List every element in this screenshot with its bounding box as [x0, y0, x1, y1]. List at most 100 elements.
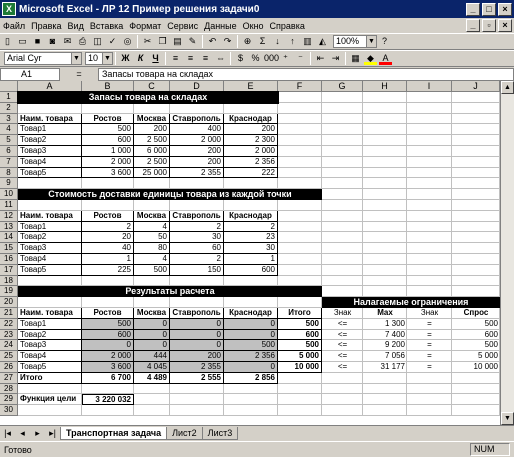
comma-style-icon[interactable]: 000	[264, 52, 279, 65]
table-cell[interactable]: =	[407, 362, 452, 373]
table-cell[interactable]: Товар3	[18, 243, 82, 254]
table-cell[interactable]: 4	[134, 254, 170, 265]
table-cell[interactable]: 600	[224, 264, 278, 276]
table-cell[interactable]: 2	[224, 221, 278, 233]
italic-button[interactable]: К	[134, 52, 147, 65]
undo-icon[interactable]: ↶	[206, 35, 219, 48]
section-title[interactable]: Налагаемые ограничения	[322, 297, 500, 308]
total-cell[interactable]: 4 489	[134, 372, 170, 384]
table-cell[interactable]: 1 000	[82, 146, 134, 157]
print-preview-icon[interactable]: ◫	[91, 35, 104, 48]
row-header[interactable]: 7	[0, 156, 18, 168]
total-cell[interactable]: 2 555	[170, 372, 224, 384]
row-header[interactable]: 8	[0, 167, 18, 179]
section-title[interactable]: Стоимость доставки единицы товара из каж…	[18, 189, 322, 200]
row-header[interactable]: 11	[0, 200, 18, 211]
table-cell[interactable]: 80	[134, 243, 170, 254]
row-header[interactable]: 5	[0, 135, 18, 146]
row-header[interactable]: 4	[0, 124, 18, 136]
table-cell[interactable]: 600	[82, 329, 134, 341]
print-icon[interactable]: ⎙	[76, 35, 89, 48]
total-cell[interactable]: 6 700	[82, 372, 134, 384]
row-header[interactable]: 1	[0, 92, 18, 103]
row-header[interactable]: 13	[0, 221, 18, 233]
table-cell[interactable]: 25 000	[134, 167, 170, 179]
table-cell[interactable]: 0	[170, 329, 224, 341]
increase-indent-icon[interactable]: ⇥	[329, 52, 342, 65]
total-cell[interactable]: 2 856	[224, 372, 278, 384]
table-cell[interactable]: 0	[82, 340, 134, 352]
table-header-cell[interactable]: Краснодар	[224, 113, 278, 125]
chevron-down-icon[interactable]: ▼	[71, 53, 81, 64]
copy-icon[interactable]: ❐	[156, 35, 169, 48]
table-cell[interactable]: Товар1	[18, 318, 82, 330]
table-cell[interactable]: 2 355	[170, 167, 224, 179]
first-sheet-icon[interactable]: |◂	[1, 427, 14, 440]
table-cell[interactable]: Товар4	[18, 156, 82, 168]
menu-insert[interactable]: Вставка	[87, 21, 126, 31]
table-cell[interactable]: 200	[134, 124, 170, 136]
email-icon[interactable]: ✉	[61, 35, 74, 48]
table-header-cell[interactable]: Краснодар	[224, 210, 278, 222]
table-cell[interactable]: Товар2	[18, 135, 82, 146]
table-cell[interactable]: 31 177	[363, 362, 407, 373]
scroll-down-icon[interactable]: ▼	[501, 412, 514, 425]
row-header[interactable]: 9	[0, 178, 18, 190]
table-cell[interactable]: 0	[170, 318, 224, 330]
table-header-cell[interactable]: Наим. товара	[18, 210, 82, 222]
table-cell[interactable]: 2 500	[134, 135, 170, 146]
row-header[interactable]: 27	[0, 372, 18, 384]
table-cell[interactable]: 500	[278, 318, 322, 330]
table-cell[interactable]: 500	[452, 340, 500, 351]
row-header[interactable]: 3	[0, 113, 18, 125]
table-cell[interactable]: 1 300	[363, 319, 407, 330]
table-cell[interactable]: 500	[452, 319, 500, 330]
select-all-corner[interactable]	[0, 81, 18, 92]
table-cell[interactable]: 600	[452, 330, 500, 341]
table-cell[interactable]: =	[407, 340, 452, 351]
row-header[interactable]: 29	[0, 394, 18, 406]
table-cell[interactable]: 6 000	[134, 146, 170, 157]
table-cell[interactable]: 3 600	[82, 167, 134, 179]
table-cell[interactable]: Товар5	[18, 362, 82, 373]
table-cell[interactable]: 5 000	[278, 351, 322, 362]
table-cell[interactable]: 222	[224, 167, 278, 179]
goal-label[interactable]: Функция цели	[18, 394, 82, 405]
table-cell[interactable]: 2 300	[224, 135, 278, 146]
table-cell[interactable]: 3 600	[82, 362, 134, 373]
table-header-cell[interactable]: Max	[363, 308, 407, 319]
table-header-cell[interactable]: Знак	[407, 308, 452, 319]
table-cell[interactable]: 10 000	[452, 362, 500, 373]
table-header-cell[interactable]: Москва	[134, 210, 170, 222]
table-cell[interactable]: =	[407, 330, 452, 341]
menu-data[interactable]: Данные	[201, 21, 240, 31]
help-icon[interactable]: ?	[378, 35, 391, 48]
table-cell[interactable]: <=	[322, 330, 363, 341]
table-cell[interactable]: 23	[224, 232, 278, 244]
row-header[interactable]: 26	[0, 362, 18, 373]
table-cell[interactable]: 2 000	[82, 156, 134, 168]
table-cell[interactable]: 200	[224, 124, 278, 136]
table-cell[interactable]: Товар2	[18, 329, 82, 341]
column-header[interactable]: H	[363, 81, 407, 92]
table-cell[interactable]: 600	[82, 135, 134, 146]
menu-view[interactable]: Вид	[65, 21, 87, 31]
formula-input[interactable]: Запасы товара на складах	[98, 67, 514, 81]
table-header-cell[interactable]: Ставрополь	[170, 210, 224, 222]
decrease-indent-icon[interactable]: ⇤	[314, 52, 327, 65]
row-header[interactable]: 30	[0, 405, 18, 416]
tab-transport[interactable]: Транспортная задача	[60, 427, 168, 440]
table-header-cell[interactable]: Москва	[134, 113, 170, 125]
column-header[interactable]: F	[278, 81, 322, 92]
decrease-decimal-icon[interactable]: ⁻	[294, 52, 307, 65]
row-header[interactable]: 18	[0, 275, 18, 287]
table-cell[interactable]: 2	[82, 221, 134, 233]
table-cell[interactable]: Товар1	[18, 124, 82, 136]
table-header-cell[interactable]: Знак	[322, 308, 363, 319]
table-cell[interactable]: 200	[170, 156, 224, 168]
goal-value[interactable]: 3 220 032	[82, 394, 134, 406]
maximize-button[interactable]: □	[482, 2, 496, 16]
doc-close-button[interactable]: ×	[498, 19, 512, 32]
font-size-combo[interactable]: 10 ▼	[85, 52, 113, 65]
table-cell[interactable]: Товар3	[18, 340, 82, 352]
